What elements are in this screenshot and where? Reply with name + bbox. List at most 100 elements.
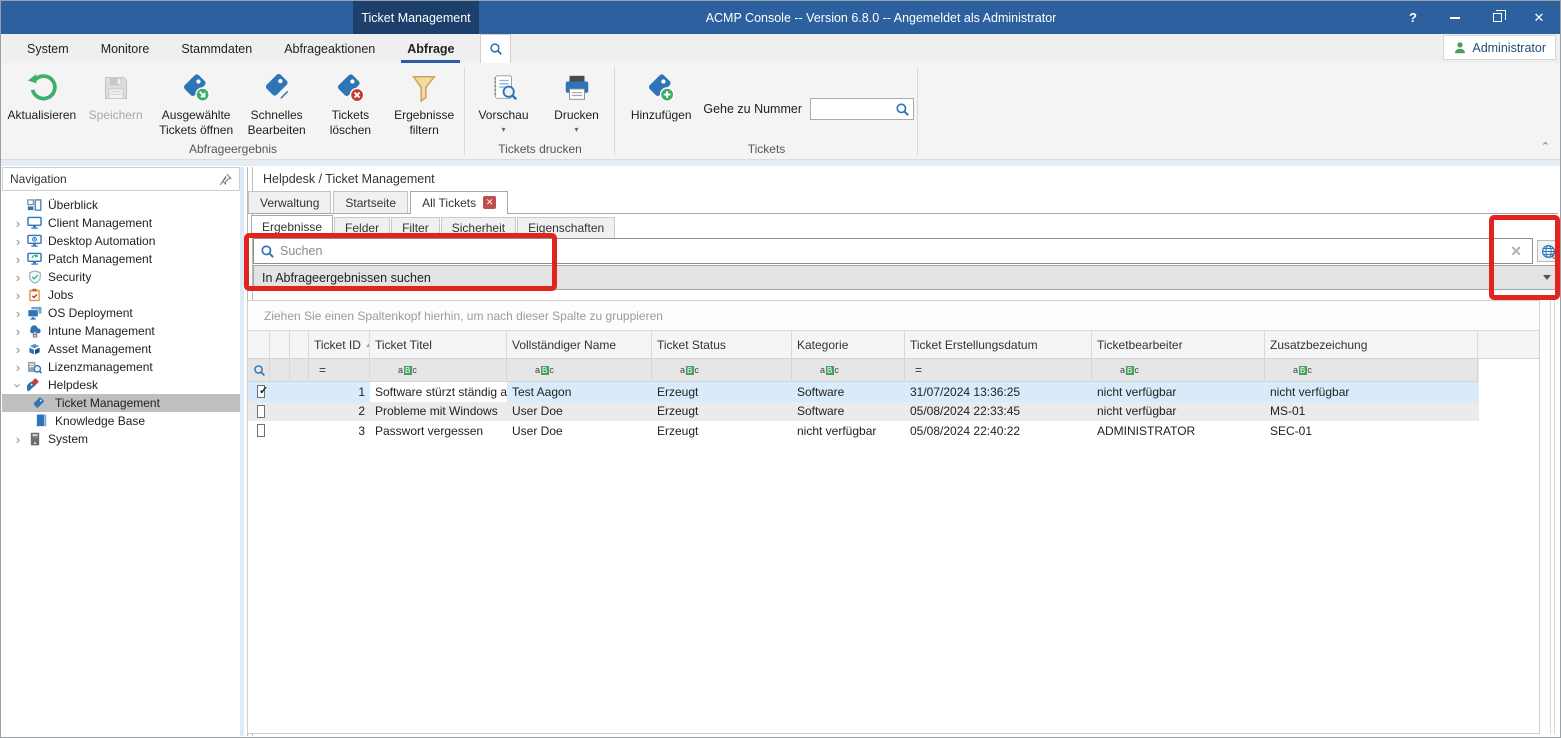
abc-filter-icon[interactable]: aBc xyxy=(535,365,554,375)
chevron-right-icon[interactable]: › xyxy=(10,432,26,447)
filter-cell-zusatzbezeichung[interactable]: aBc xyxy=(1265,359,1478,381)
clear-search-icon[interactable]: ✕ xyxy=(1506,243,1526,260)
sidebar-item-intune-management[interactable]: › Intune Management xyxy=(2,322,240,340)
column-header-ticket-status[interactable]: Ticket Status xyxy=(652,331,792,358)
row-select-cell[interactable] xyxy=(248,382,270,402)
chevron-right-icon[interactable]: › xyxy=(10,234,26,249)
tab-startseite[interactable]: Startseite xyxy=(333,191,408,213)
sidebar-item-ueberblick[interactable]: › Überblick xyxy=(2,196,240,214)
chevron-down-icon[interactable]: ▾ xyxy=(501,125,505,134)
sidebar-item-patch-management[interactable]: › Patch Management xyxy=(2,250,240,268)
subtab-ergebnisse[interactable]: Ergebnisse xyxy=(251,215,333,238)
cell-vollstaendiger-name[interactable]: User Doe xyxy=(507,421,652,441)
cell-ticket-id[interactable]: 2 xyxy=(309,402,370,422)
cell-zusatzbezeichung[interactable]: SEC-01 xyxy=(1265,421,1478,441)
cell-vollstaendiger-name[interactable]: Test Aagon xyxy=(507,382,652,402)
chevron-right-icon[interactable]: › xyxy=(10,306,26,321)
sidebar-item-client-management[interactable]: › Client Management xyxy=(2,214,240,232)
chevron-right-icon[interactable]: › xyxy=(10,252,26,267)
close-tab-icon[interactable]: ✕ xyxy=(483,196,496,209)
cell-zusatzbezeichung[interactable]: nicht verfügbar xyxy=(1265,382,1478,402)
sidebar-item-os-deployment[interactable]: › OS Deployment xyxy=(2,304,240,322)
table-row[interactable]: 3 Passwort vergessen User Doe Erzeugt ni… xyxy=(248,421,1479,441)
checkbox-unchecked[interactable] xyxy=(257,405,265,418)
cell-ticketbearbeiter[interactable]: nicht verfügbar xyxy=(1092,382,1265,402)
pin-icon[interactable] xyxy=(219,173,232,186)
table-row[interactable]: 2 Probleme mit Windows User Doe Erzeugt … xyxy=(248,402,1479,422)
chevron-right-icon[interactable]: › xyxy=(10,324,26,339)
row-select-cell[interactable] xyxy=(248,421,270,441)
equals-filter-icon[interactable]: = xyxy=(319,363,326,377)
cell-vollstaendiger-name[interactable]: User Doe xyxy=(507,402,652,422)
table-row[interactable]: 1 Software stürzt ständig ab Test Aagon … xyxy=(248,382,1479,402)
filter-cell-ticketbearbeiter[interactable]: aBc xyxy=(1092,359,1265,381)
tab-verwaltung[interactable]: Verwaltung xyxy=(248,191,331,213)
subtab-filter[interactable]: Filter xyxy=(391,217,440,238)
cell-ticketbearbeiter[interactable]: ADMINISTRATOR xyxy=(1092,421,1265,441)
aktualisieren-button[interactable]: Aktualisieren xyxy=(7,70,77,123)
sidebar-item-jobs[interactable]: › Jobs xyxy=(2,286,240,304)
filter-cell-erstellungsdatum[interactable]: = xyxy=(905,359,1092,381)
menu-stammdaten[interactable]: Stammdaten xyxy=(165,34,268,63)
cell-ticket-status[interactable]: Erzeugt xyxy=(652,402,792,422)
abc-filter-icon[interactable]: aBc xyxy=(820,365,839,375)
checkbox-checked[interactable] xyxy=(257,385,265,398)
sidebar-item-knowledge-base[interactable]: Knowledge Base xyxy=(2,412,240,430)
search-icon[interactable] xyxy=(895,102,910,117)
filter-cell-ticket-status[interactable]: aBc xyxy=(652,359,792,381)
column-header-ticket-id[interactable]: Ticket ID xyxy=(309,331,370,358)
menu-system[interactable]: System xyxy=(11,34,85,63)
group-by-bar[interactable]: Ziehen Sie einen Spaltenkopf hierhin, um… xyxy=(248,301,1539,331)
column-header-ticket-titel[interactable]: Ticket Titel xyxy=(370,331,507,358)
drucken-button[interactable]: Drucken ▾ xyxy=(542,70,611,134)
cell-ticket-status[interactable]: Erzeugt xyxy=(652,382,792,402)
collapse-ribbon-icon[interactable]: ⌃ xyxy=(1541,140,1550,153)
cell-ticket-titel[interactable]: Software stürzt ständig ab xyxy=(370,382,507,402)
cell-erstellungsdatum[interactable]: 31/07/2024 13:36:25 xyxy=(905,382,1092,402)
filter-cell-ticket-titel[interactable]: aBc xyxy=(370,359,507,381)
column-header-zusatzbezeichung[interactable]: Zusatzbezeichung xyxy=(1265,331,1478,358)
tickets-loeschen-button[interactable]: Tickets löschen xyxy=(316,70,386,138)
hinzufuegen-button[interactable]: Hinzufügen xyxy=(623,70,699,123)
sidebar-item-ticket-management[interactable]: Ticket Management xyxy=(2,394,240,412)
menu-search-button[interactable] xyxy=(480,34,511,63)
cell-kategorie[interactable]: Software xyxy=(792,402,905,422)
checkbox-unchecked[interactable] xyxy=(257,424,265,437)
chevron-right-icon[interactable]: › xyxy=(10,216,26,231)
schnelles-bearbeiten-button[interactable]: Schnelles Bearbeiten xyxy=(242,70,312,138)
cell-erstellungsdatum[interactable]: 05/08/2024 22:40:22 xyxy=(905,421,1092,441)
filter-cell-kategorie[interactable]: aBc xyxy=(792,359,905,381)
abc-filter-icon[interactable]: aBc xyxy=(680,365,699,375)
user-badge[interactable]: Administrator xyxy=(1443,35,1556,60)
cell-erstellungsdatum[interactable]: 05/08/2024 22:33:45 xyxy=(905,402,1092,422)
cell-ticket-titel[interactable]: Probleme mit Windows xyxy=(370,402,507,422)
titlebar-app-tab[interactable]: Ticket Management xyxy=(353,1,479,34)
cell-ticketbearbeiter[interactable]: nicht verfügbar xyxy=(1092,402,1265,422)
column-header-kategorie[interactable]: Kategorie xyxy=(792,331,905,358)
cell-ticket-status[interactable]: Erzeugt xyxy=(652,421,792,441)
help-button[interactable]: ? xyxy=(1392,1,1434,34)
menu-abfrageaktionen[interactable]: Abfrageaktionen xyxy=(268,34,391,63)
search-input[interactable] xyxy=(280,244,1501,258)
grid-scrollbar-track[interactable] xyxy=(1550,300,1555,734)
column-header-ticket-erstellungsdatum[interactable]: Ticket Erstellungsdatum xyxy=(905,331,1092,358)
ausgewaehlte-tickets-oeffnen-button[interactable]: Ausgewählte Tickets öffnen xyxy=(154,70,237,138)
sidebar-item-system[interactable]: › System xyxy=(2,430,240,448)
sidebar-item-asset-management[interactable]: › Asset Management xyxy=(2,340,240,358)
cell-kategorie[interactable]: Software xyxy=(792,382,905,402)
cell-zusatzbezeichung[interactable]: MS-01 xyxy=(1265,402,1478,422)
close-button[interactable]: ✕ xyxy=(1518,1,1560,34)
sidebar-item-security[interactable]: › Security xyxy=(2,268,240,286)
vorschau-button[interactable]: Vorschau ▾ xyxy=(469,70,538,134)
menu-abfrage[interactable]: Abfrage xyxy=(391,34,470,63)
sidebar-item-desktop-automation[interactable]: › Desktop Automation xyxy=(2,232,240,250)
equals-filter-icon[interactable]: = xyxy=(915,363,922,377)
cell-ticket-id[interactable]: 1 xyxy=(309,382,370,402)
speichern-button[interactable]: Speichern xyxy=(81,70,151,123)
search-scope-dropdown[interactable]: In Abfrageergebnissen suchen xyxy=(253,265,1560,290)
chevron-right-icon[interactable]: › xyxy=(10,360,26,375)
abc-filter-icon[interactable]: aBc xyxy=(398,365,417,375)
menu-monitore[interactable]: Monitore xyxy=(85,34,166,63)
goto-number-input[interactable] xyxy=(810,98,914,120)
row-select-cell[interactable] xyxy=(248,402,270,422)
